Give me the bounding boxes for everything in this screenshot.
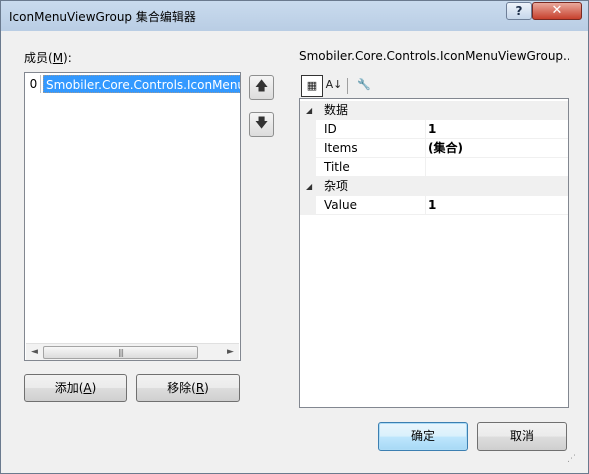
members-listbox[interactable]: 0 Smobiler.Core.Controls.IconMenu ◄ ||| … — [24, 72, 241, 361]
collapse-icon[interactable]: ◢ — [306, 177, 316, 196]
resize-grip-icon[interactable]: ⋰ — [567, 455, 581, 470]
help-button[interactable]: ? — [506, 2, 532, 20]
category-row-data[interactable]: ◢ 数据 — [300, 101, 568, 120]
property-row-id[interactable]: ID 1 — [300, 120, 568, 139]
list-item-index: 0 — [27, 75, 41, 93]
property-row-value[interactable]: Value 1 — [300, 196, 568, 215]
collapse-icon[interactable]: ◢ — [306, 101, 316, 120]
horizontal-scrollbar[interactable]: ◄ ||| ► — [26, 343, 239, 360]
members-label: 成员(M): — [24, 49, 72, 66]
remove-button[interactable]: 移除(R) — [136, 374, 240, 402]
property-row-title[interactable]: Title — [300, 158, 568, 177]
column-divider — [425, 120, 426, 139]
arrow-down-icon: 🡇 — [254, 116, 269, 131]
ok-button[interactable]: 确定 — [378, 422, 468, 451]
column-divider — [425, 158, 426, 177]
cancel-button[interactable]: 取消 — [477, 422, 567, 451]
add-button-accesskey: A — [83, 381, 92, 395]
members-label-accesskey: M — [52, 51, 64, 65]
move-up-button[interactable]: 🡅 — [249, 75, 274, 100]
categorized-icon[interactable]: ▦ — [301, 75, 323, 97]
alphabetical-icon[interactable]: A↓ — [323, 75, 345, 97]
members-label-text: 成员( — [24, 51, 53, 65]
list-item[interactable]: 0 Smobiler.Core.Controls.IconMenu — [27, 75, 240, 93]
property-name: ID — [324, 122, 337, 136]
add-button-label: 添加( — [54, 381, 84, 395]
title-bar[interactable]: IconMenuViewGroup 集合编辑器 ? ✕ — [1, 1, 588, 31]
remove-button-accesskey: R — [195, 381, 205, 395]
toolbar-separator — [347, 78, 348, 94]
property-toolbar: ▦ A↓ 🔧 — [299, 75, 569, 97]
property-row-items[interactable]: Items (集合) — [300, 139, 568, 158]
row-gutter — [300, 196, 316, 215]
property-grid[interactable]: ◢ 数据 ID 1 Items (集合) Title ◢ 杂项 Value 1 — [299, 98, 569, 408]
close-button[interactable]: ✕ — [532, 2, 582, 20]
property-value[interactable]: 1 — [428, 120, 436, 139]
property-name: Title — [324, 160, 350, 174]
properties-header: Smobiler.Core.Controls.IconMenuViewGroup… — [299, 49, 569, 63]
property-name: Value — [324, 198, 357, 212]
collection-editor-dialog: IconMenuViewGroup 集合编辑器 ? ✕ 成员(M): 0 Smo… — [0, 0, 589, 474]
row-gutter — [300, 139, 316, 158]
category-label: 数据 — [324, 103, 349, 117]
property-pages-icon[interactable]: 🔧 — [353, 75, 375, 97]
arrow-up-icon: 🡅 — [254, 79, 269, 94]
list-item-text[interactable]: Smobiler.Core.Controls.IconMenu — [43, 75, 240, 93]
category-row-misc[interactable]: ◢ 杂项 — [300, 177, 568, 196]
property-name: Items — [324, 141, 358, 155]
column-divider — [425, 139, 426, 158]
members-label-suffix: ): — [63, 51, 72, 65]
category-label: 杂项 — [324, 179, 349, 193]
move-down-button[interactable]: 🡇 — [249, 112, 274, 137]
scroll-thumb[interactable]: ||| — [43, 346, 198, 359]
property-value[interactable]: 1 — [428, 196, 436, 215]
remove-button-end: ) — [204, 381, 209, 395]
add-button[interactable]: 添加(A) — [24, 374, 127, 402]
remove-button-label: 移除( — [167, 381, 196, 395]
window-title: IconMenuViewGroup 集合编辑器 — [9, 10, 196, 24]
column-divider — [425, 196, 426, 215]
scroll-right-icon[interactable]: ► — [222, 344, 239, 360]
add-button-end: ) — [91, 381, 97, 395]
property-value[interactable]: (集合) — [428, 139, 463, 158]
row-divider — [316, 214, 568, 215]
scroll-left-icon[interactable]: ◄ — [26, 344, 43, 360]
row-gutter — [300, 158, 316, 177]
row-gutter — [300, 120, 316, 139]
